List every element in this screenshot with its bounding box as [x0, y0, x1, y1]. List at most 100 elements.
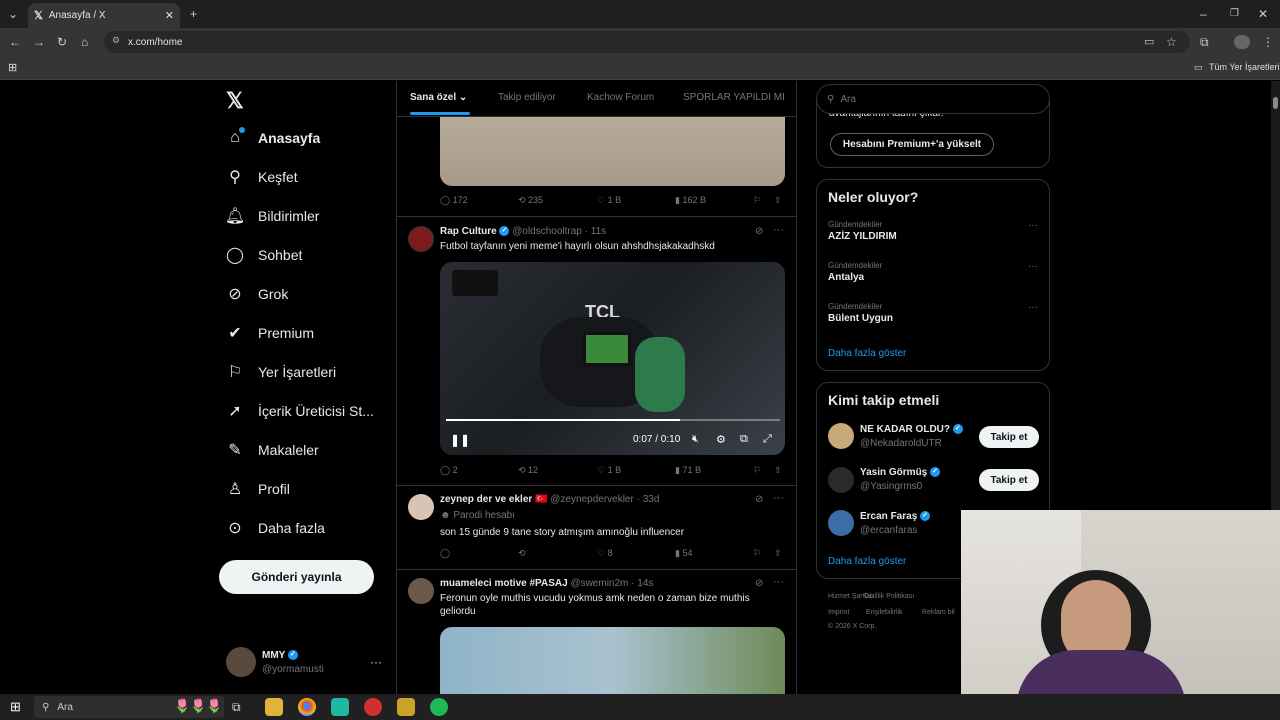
browser-tab[interactable]: 𝕏 Anasayfa / X ✕	[28, 3, 180, 28]
post-more-icon[interactable]: ···	[773, 224, 784, 236]
post-author[interactable]: muameleci motive #PASAJ @swemin2m · 14s	[440, 578, 653, 589]
tab-close-icon[interactable]: ✕	[165, 9, 174, 22]
account-avatar[interactable]	[226, 647, 256, 677]
suggestion-name[interactable]: Ercan Faraş ✓	[860, 511, 931, 522]
repost-button[interactable]: ⟲ 12	[518, 465, 538, 476]
video-progress-track[interactable]	[446, 419, 780, 421]
trend-more-icon[interactable]: ···	[1028, 220, 1038, 231]
nav-item-home[interactable]: ⌂ Anasayfa	[224, 121, 320, 155]
reply-button[interactable]: ◯	[440, 548, 450, 559]
suggestion-name[interactable]: Yasin Görmüş ✓	[860, 467, 941, 478]
chrome-icon[interactable]	[298, 698, 316, 716]
extensions-icon[interactable]: ⧉	[1200, 34, 1209, 50]
views-button[interactable]: ▮ 71 B	[675, 465, 701, 476]
avatar[interactable]	[828, 423, 854, 449]
bookmark-star-icon[interactable]: ☆	[1166, 34, 1177, 50]
avatar[interactable]	[408, 226, 434, 252]
account-more-icon[interactable]: ···	[370, 655, 382, 669]
views-button[interactable]: ▮ 162 B	[675, 195, 706, 206]
repost-button[interactable]: ⟲	[518, 548, 526, 559]
avatar[interactable]	[828, 467, 854, 493]
settings-icon[interactable]: ⚙	[716, 433, 726, 446]
pause-icon[interactable]: ❚❚	[450, 433, 470, 447]
like-button[interactable]: ♡ 1 B	[597, 195, 621, 206]
address-bar[interactable]: ⚙ x.com/home	[104, 31, 1190, 53]
premium-upgrade-button[interactable]: Hesabını Premium+'a yükselt	[830, 133, 994, 156]
share-icon[interactable]: ⇧	[774, 548, 782, 559]
apps-grid-icon[interactable]: ⊞	[8, 61, 17, 74]
nav-item-premium[interactable]: ✔ Premium	[224, 316, 314, 350]
trend-item[interactable]: Gündemdekiler Antalya ···	[828, 261, 1038, 291]
x-logo-icon[interactable]: 𝕏	[226, 88, 244, 114]
post-media-image[interactable]	[440, 117, 785, 186]
browser-menu-icon[interactable]: ⋮	[1262, 34, 1274, 50]
post-more-icon[interactable]: ···	[773, 492, 784, 504]
post-more-icon[interactable]: ···	[773, 576, 784, 588]
home-browser-icon[interactable]: ⌂	[81, 34, 88, 50]
nav-item-creator-studio[interactable]: ➚ İçerik Üreticisi St...	[224, 394, 374, 428]
cast-icon[interactable]: ▭	[1144, 34, 1154, 50]
forward-icon[interactable]: →	[33, 34, 45, 50]
windows-start-icon[interactable]: ⊞	[10, 699, 21, 715]
tab-for-you[interactable]: Sana özel ⌄	[410, 92, 467, 103]
nav-item-more[interactable]: ⊙ Daha fazla	[224, 511, 325, 545]
mute-icon[interactable]: 🔇︎	[692, 433, 699, 446]
trend-item[interactable]: Gündemdekiler Bülent Uygun ···	[828, 302, 1038, 332]
trends-show-more[interactable]: Daha fazla göster	[828, 348, 906, 359]
tab-sporlar[interactable]: SPORLAR YAPILDI MI	[683, 92, 785, 103]
scrollbar-thumb[interactable]	[1273, 97, 1278, 109]
app-icon[interactable]	[331, 698, 349, 716]
nav-item-notifications[interactable]: 🔔︎ Bildirimler	[224, 199, 320, 233]
nav-item-explore[interactable]: ⚲ Keşfet	[224, 160, 298, 194]
grok-post-icon[interactable]: ⊘	[755, 226, 763, 237]
video-player[interactable]: TCL ❚❚ 0:07 / 0:10 🔇︎ ⚙ ⧉ ⤢	[440, 262, 785, 455]
follow-button[interactable]: Takip et	[979, 426, 1039, 448]
minimize-icon[interactable]: –	[1200, 6, 1207, 22]
who-show-more[interactable]: Daha fazla göster	[828, 556, 906, 567]
restore-icon[interactable]: ❐	[1230, 6, 1239, 22]
nav-item-profile[interactable]: ♙ Profil	[224, 472, 290, 506]
footer-link[interactable]: Erişilebilirlik	[866, 609, 903, 616]
back-icon[interactable]: ←	[9, 34, 21, 50]
fullscreen-icon[interactable]: ⤢	[763, 433, 772, 446]
tab-search-icon[interactable]: ⌄	[8, 6, 18, 22]
repost-button[interactable]: ⟲ 235	[518, 195, 543, 206]
grok-post-icon[interactable]: ⊘	[755, 494, 763, 505]
share-icon[interactable]: ⇧	[774, 195, 782, 206]
avatar[interactable]	[408, 494, 434, 520]
nav-item-grok[interactable]: ⊘ Grok	[224, 277, 288, 311]
nav-item-articles[interactable]: ✎ Makaleler	[224, 433, 318, 467]
spotify-icon[interactable]	[430, 698, 448, 716]
reply-button[interactable]: ◯ 2	[440, 465, 458, 476]
like-button[interactable]: ♡ 1 B	[597, 465, 621, 476]
nav-item-chat[interactable]: ◯ Sohbet	[224, 238, 302, 272]
window-close-icon[interactable]: ✕	[1258, 6, 1268, 22]
trend-more-icon[interactable]: ···	[1028, 302, 1038, 313]
suggestion-name[interactable]: NE KADAR OLDU? ✓	[860, 424, 963, 435]
post-media-image[interactable]	[440, 627, 785, 694]
trend-more-icon[interactable]: ···	[1028, 261, 1038, 272]
bookmark-post-icon[interactable]: ⚐	[753, 195, 761, 206]
trend-item[interactable]: Gündemdekiler AZİZ YILDIRIM ···	[828, 220, 1038, 250]
bookmark-post-icon[interactable]: ⚐	[753, 548, 761, 559]
avatar[interactable]	[828, 510, 854, 536]
pip-icon[interactable]: ⧉	[740, 433, 748, 446]
tab-kachow-forum[interactable]: Kachow Forum	[587, 92, 654, 103]
views-button[interactable]: ▮ 54	[675, 548, 692, 559]
app-icon[interactable]	[397, 698, 415, 716]
post-button[interactable]: Gönderi yayınla	[219, 560, 374, 594]
site-info-icon[interactable]: ⚙	[112, 35, 120, 46]
nav-item-bookmarks[interactable]: ⚐ Yer İşaretleri	[224, 355, 336, 389]
tab-following[interactable]: Takip ediliyor	[498, 92, 556, 103]
reply-button[interactable]: ◯ 172	[440, 195, 468, 206]
share-icon[interactable]: ⇧	[774, 465, 782, 476]
post-author[interactable]: Rap Culture ✓ @oldschooltrap · 11s	[440, 226, 606, 237]
grok-post-icon[interactable]: ⊘	[755, 578, 763, 589]
taskbar-search-input[interactable]: ⚲ Ara 🌷🌷🌷	[34, 696, 224, 718]
all-bookmarks-link[interactable]: Tüm Yer İşaretleri	[1209, 62, 1280, 72]
post-author[interactable]: zeynep der ve ekler 🇹🇷 @zeynepdervekler …	[440, 494, 659, 505]
new-tab-button[interactable]: +	[190, 6, 197, 22]
search-input[interactable]: ⚲ Ara	[816, 84, 1050, 114]
follow-button[interactable]: Takip et	[979, 469, 1039, 491]
app-icon[interactable]	[364, 698, 382, 716]
